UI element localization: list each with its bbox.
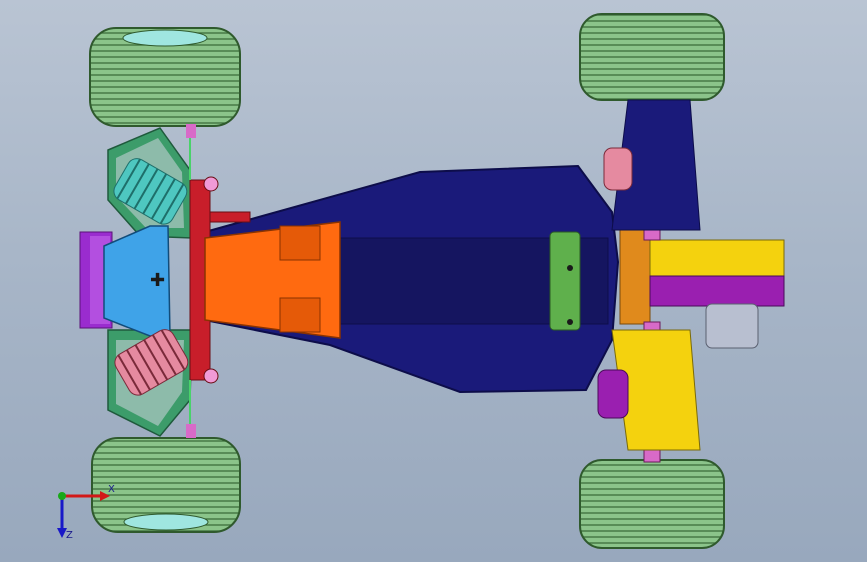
rear-left-tire[interactable] <box>579 13 725 101</box>
gearbox-bottom[interactable] <box>649 275 785 307</box>
front-left-tire[interactable] <box>89 27 241 127</box>
skid-pocket-top <box>279 225 321 261</box>
gearbox-top[interactable] <box>649 239 785 277</box>
axis-z-label: Z <box>66 530 73 541</box>
motor[interactable] <box>705 303 759 349</box>
pin-bottom <box>186 424 196 438</box>
rc-buggy-model[interactable]: ✚ <box>0 0 867 562</box>
axis-x-label: X <box>108 484 115 495</box>
plus-mark: ✚ <box>150 270 165 291</box>
strap-screw-bottom <box>567 319 573 325</box>
cad-viewport[interactable]: ✚ X Z <box>0 0 867 562</box>
rear-right-shock[interactable] <box>597 369 629 419</box>
ball-end-top[interactable] <box>203 176 219 192</box>
ball-end-bottom[interactable] <box>203 368 219 384</box>
strap-screw-top <box>567 265 573 271</box>
battery-strap[interactable] <box>549 231 581 331</box>
steering-link[interactable] <box>209 211 251 223</box>
rear-right-tire[interactable] <box>579 459 725 549</box>
skid-pocket-bottom <box>279 297 321 333</box>
axis-triad: X Z <box>50 482 120 544</box>
pin-top <box>186 124 196 138</box>
rear-left-shock[interactable] <box>603 147 633 191</box>
